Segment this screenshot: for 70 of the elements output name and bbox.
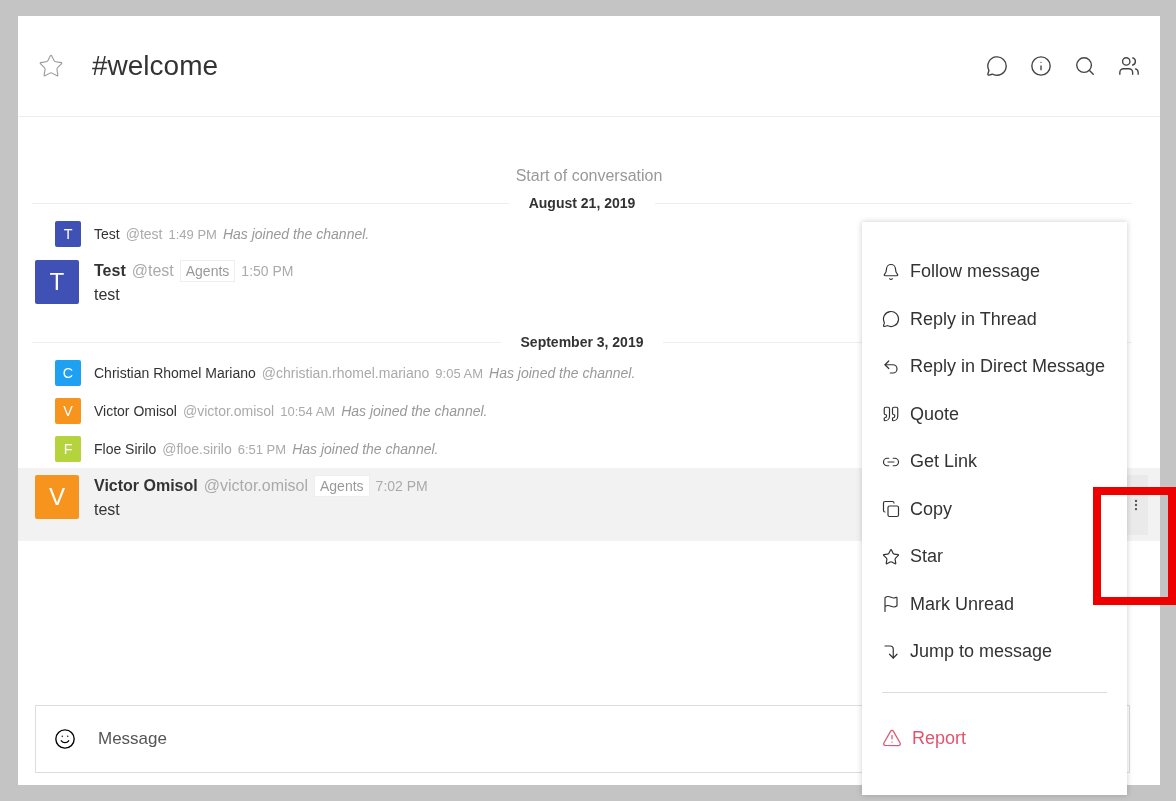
- system-message: Has joined the channel.: [292, 441, 439, 457]
- system-message: Has joined the channel.: [341, 403, 488, 419]
- message-text: test: [94, 286, 121, 304]
- search-icon[interactable]: [1074, 55, 1096, 77]
- message-time: 9:05 AM: [435, 365, 484, 381]
- message-time: 1:50 PM: [241, 263, 294, 279]
- menu-item[interactable]: Reply in Direct Message: [882, 343, 1107, 391]
- username: @test: [125, 226, 163, 242]
- avatar: C: [55, 360, 81, 386]
- menu-item-label: Jump to message: [910, 641, 1053, 663]
- username: @victor.omisol: [183, 403, 275, 419]
- menu-item[interactable]: Jump to message: [882, 628, 1107, 676]
- channel-title: #welcome: [92, 50, 220, 82]
- down-arrow-icon: [882, 642, 900, 661]
- star-icon: [882, 547, 900, 566]
- members-icon[interactable]: [1118, 55, 1140, 77]
- role-tag: Agents: [314, 475, 370, 497]
- message-time: 10:54 AM: [280, 403, 336, 419]
- menu-item-label: Follow message: [910, 261, 1041, 283]
- message-time: 1:49 PM: [168, 226, 217, 242]
- avatar: V: [55, 398, 81, 424]
- user-name: Christian Rhomel Mariano: [94, 365, 256, 381]
- menu-item[interactable]: Copy: [882, 485, 1107, 533]
- message-text: test: [94, 501, 121, 519]
- bell-icon: [882, 262, 900, 281]
- menu-item-label: Mark Unread: [910, 593, 1015, 615]
- menu-item[interactable]: Follow message: [882, 248, 1107, 296]
- emoji-icon[interactable]: [54, 728, 76, 750]
- menu-item[interactable]: Mark Unread: [882, 580, 1107, 628]
- menu-item-label: Quote: [910, 403, 960, 425]
- warning-icon: [882, 728, 902, 749]
- chat-bubble-icon[interactable]: [986, 55, 1008, 77]
- username: @victor.omisol: [203, 477, 308, 495]
- user-name: Test: [94, 226, 120, 242]
- menu-item-label: Report: [912, 727, 967, 749]
- menu-item-label: Copy: [910, 498, 953, 520]
- message-time: 6:51 PM: [237, 441, 287, 457]
- star-icon[interactable]: [38, 53, 64, 79]
- menu-item[interactable]: Star: [882, 533, 1107, 581]
- chat-bubble-icon: [882, 310, 900, 329]
- menu-item-label: Reply in Thread: [910, 308, 1037, 330]
- date-divider: September 3, 2019: [520, 334, 644, 350]
- menu-item[interactable]: Reply in Thread: [882, 295, 1107, 343]
- menu-item[interactable]: Quote: [882, 390, 1107, 438]
- menu-item-label: Star: [910, 546, 943, 568]
- date-divider: August 21, 2019: [528, 195, 636, 211]
- username: @christian.rhomel.mariano: [261, 365, 430, 381]
- user-name: Victor Omisol: [94, 403, 177, 419]
- avatar: T: [35, 260, 79, 304]
- start-of-conversation: Start of conversation: [514, 167, 664, 185]
- user-name: Victor Omisol: [94, 477, 198, 495]
- user-name: Floe Sirilo: [94, 441, 157, 457]
- username: @floe.sirilo: [162, 441, 232, 457]
- system-message: Has joined the channel.: [222, 226, 370, 242]
- quote-icon: [882, 405, 900, 424]
- reply-arrow-icon: [882, 357, 900, 376]
- info-icon[interactable]: [1030, 55, 1052, 77]
- username: @test: [131, 262, 174, 280]
- system-message: Has joined the channel.: [489, 365, 636, 381]
- role-tag: Agents: [179, 260, 236, 282]
- menu-item-label: Get Link: [910, 451, 978, 473]
- flag-icon: [882, 595, 900, 614]
- menu-item-label: Reply in Direct Message: [910, 356, 1106, 378]
- copy-icon: [882, 500, 900, 519]
- user-name: Test: [94, 262, 126, 280]
- menu-item[interactable]: Get Link: [882, 438, 1107, 486]
- message-time: 7:02 PM: [375, 478, 428, 494]
- avatar: F: [55, 436, 81, 462]
- avatar: T: [55, 221, 81, 247]
- avatar: V: [35, 475, 79, 519]
